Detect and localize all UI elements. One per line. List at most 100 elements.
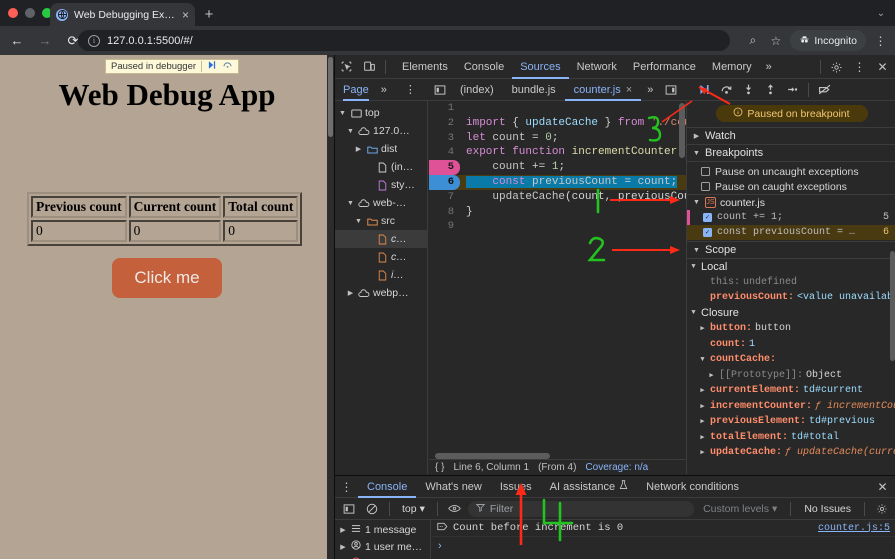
tab-network-conditions[interactable]: Network conditions: [637, 476, 748, 498]
new-tab-button[interactable]: +: [200, 6, 218, 24]
chevron-right-icon[interactable]: ▶: [698, 448, 707, 457]
console-filter-input[interactable]: Filter: [467, 500, 695, 517]
chevron-right-icon[interactable]: ▶: [346, 289, 355, 297]
deactivate-breakpoints-button[interactable]: [814, 80, 835, 100]
minimize-window-button[interactable]: [25, 8, 35, 18]
bookmark-star-icon[interactable]: ☆: [765, 30, 786, 51]
sidebar-scrollbar[interactable]: [890, 251, 895, 361]
chevron-right-icon[interactable]: ▶: [698, 324, 707, 333]
tree-item-webpack[interactable]: ▶ webp…: [335, 284, 427, 302]
scope-row[interactable]: ▶updateCache:ƒ updateCache(currentC: [687, 445, 895, 461]
log-levels-selector[interactable]: Custom levels ▾: [697, 503, 783, 515]
resume-button[interactable]: [694, 80, 715, 100]
editor-line[interactable]: 5 count += 1;: [429, 160, 686, 175]
devtools-menu-icon[interactable]: ⋮: [848, 56, 871, 79]
show-debugger-icon[interactable]: [659, 78, 682, 101]
close-devtools-icon[interactable]: ✕: [871, 56, 894, 79]
checkbox[interactable]: [701, 182, 710, 191]
console-context-selector[interactable]: top ▾: [397, 503, 430, 515]
scope-row[interactable]: ▼ Closure: [687, 306, 895, 322]
scope-row[interactable]: count: 1: [687, 337, 895, 353]
section-watch[interactable]: ▶ Watch: [687, 127, 895, 144]
sources-file-tree[interactable]: ▼ top ▼ 127.0… ▶ dist (in… sty… ▼ web-… …: [335, 101, 428, 474]
pause-uncaught-exceptions-row[interactable]: Pause on uncaught exceptions: [687, 164, 895, 179]
breakpoint-checkbox[interactable]: ✓: [703, 213, 712, 222]
file-tab-bundle[interactable]: bundle.js: [503, 79, 565, 101]
issues-status[interactable]: No Issues: [798, 503, 857, 515]
browser-tab[interactable]: Web Debugging Example ×: [50, 3, 195, 26]
console-count-messages[interactable]: ▶ 1 message: [335, 521, 430, 538]
section-scope[interactable]: ▼ Scope: [687, 241, 895, 258]
file-tabs-overflow-icon[interactable]: »: [641, 84, 659, 96]
back-button[interactable]: ←: [6, 30, 28, 52]
breakpoint-row[interactable]: ✓ const previousCount = coun… 6: [687, 225, 895, 240]
page-scrollbar[interactable]: [327, 55, 334, 559]
chevron-right-icon[interactable]: ▶: [698, 433, 707, 442]
chevron-right-icon[interactable]: ▶: [339, 526, 347, 534]
gear-icon[interactable]: [872, 500, 892, 518]
live-expression-icon[interactable]: [445, 500, 465, 518]
editor-line[interactable]: 9: [429, 219, 686, 234]
chevron-down-icon[interactable]: ▼: [354, 218, 363, 225]
nav-tab-page[interactable]: Page: [343, 79, 369, 101]
console-count-user-messages[interactable]: ▶ 1 user me…: [335, 538, 430, 555]
tab-search-icon[interactable]: ⌄: [873, 6, 889, 22]
tab-elements[interactable]: Elements: [394, 55, 456, 79]
incognito-indicator[interactable]: Incognito: [790, 30, 866, 51]
step-out-button[interactable]: [760, 80, 781, 100]
console-count-errors[interactable]: No errors: [335, 555, 430, 559]
device-toolbar-icon[interactable]: [358, 55, 381, 78]
breakpoint-file-group[interactable]: ▼ JS counter.js: [687, 194, 895, 210]
checkbox[interactable]: [701, 167, 710, 176]
address-bar[interactable]: i 127.0.0.1:5500/#/: [78, 30, 730, 51]
editor-line[interactable]: 1: [429, 101, 686, 116]
breakpoint-gutter[interactable]: 6: [429, 174, 460, 190]
editor-line[interactable]: 7 updateCache(count, previousCount);: [429, 190, 686, 205]
tab-console[interactable]: Console: [456, 55, 512, 79]
chevron-down-icon[interactable]: ▼: [346, 128, 355, 135]
tree-item-counter-cache-js[interactable]: c…: [335, 248, 427, 266]
scope-row[interactable]: ▼ Local: [687, 259, 895, 275]
file-tab-counter[interactable]: counter.js ×: [565, 79, 642, 101]
editor-line[interactable]: 2 import { updateCache } from './counterC: [429, 116, 686, 131]
close-window-button[interactable]: [8, 8, 18, 18]
step-button[interactable]: [782, 80, 803, 100]
tree-item-style[interactable]: sty…: [335, 176, 427, 194]
chevron-right-icon[interactable]: ▶: [698, 402, 707, 411]
close-icon[interactable]: ×: [626, 84, 632, 96]
inspect-icon[interactable]: [335, 55, 358, 78]
tab-whats-new[interactable]: What's new: [416, 476, 491, 498]
editor-line[interactable]: 3 let count = 0;: [429, 131, 686, 146]
editor-line[interactable]: 4 export function incrementCounter() {: [429, 145, 686, 160]
chevron-down-icon[interactable]: ▼: [692, 247, 701, 254]
scope-row[interactable]: ▶ currentElement: td#current: [687, 383, 895, 399]
console-sidebar-icon[interactable]: [339, 500, 359, 518]
scope-row[interactable]: ▶ button: button: [687, 321, 895, 337]
tab-performance[interactable]: Performance: [625, 55, 704, 79]
chevron-down-icon[interactable]: ▼: [689, 263, 698, 271]
close-drawer-icon[interactable]: ✕: [871, 475, 894, 498]
chevron-down-icon[interactable]: ▼: [692, 150, 701, 157]
click-me-button[interactable]: Click me: [112, 258, 222, 298]
chevron-down-icon[interactable]: ▼: [692, 199, 701, 206]
show-navigator-icon[interactable]: [428, 78, 451, 101]
tab-ai-assistance[interactable]: AI assistance: [541, 476, 637, 498]
chevron-right-icon[interactable]: ▶: [354, 145, 363, 153]
site-info-icon[interactable]: i: [88, 34, 100, 47]
step-into-button[interactable]: [738, 80, 759, 100]
line-number[interactable]: 7: [429, 190, 460, 205]
browser-menu-icon[interactable]: ⋮: [870, 30, 891, 51]
pause-caught-exceptions-row[interactable]: Pause on caught exceptions: [687, 179, 895, 194]
scope-row[interactable]: ▼ countCache:: [687, 352, 895, 368]
scope-row[interactable]: this: undefined: [687, 275, 895, 291]
console-prompt[interactable]: ›: [431, 537, 895, 554]
step-over-icon[interactable]: [222, 60, 233, 73]
tab-memory[interactable]: Memory: [704, 55, 760, 79]
close-icon[interactable]: ×: [182, 9, 189, 21]
chevron-down-icon[interactable]: ▼: [346, 200, 355, 207]
gear-icon[interactable]: [825, 56, 848, 79]
drawer-menu-icon[interactable]: ⋮: [335, 475, 358, 498]
tab-network[interactable]: Network: [569, 55, 625, 79]
chevron-right-icon[interactable]: ▶: [698, 417, 707, 426]
code-editor[interactable]: 12 import { updateCache } from './counter…: [429, 101, 686, 474]
